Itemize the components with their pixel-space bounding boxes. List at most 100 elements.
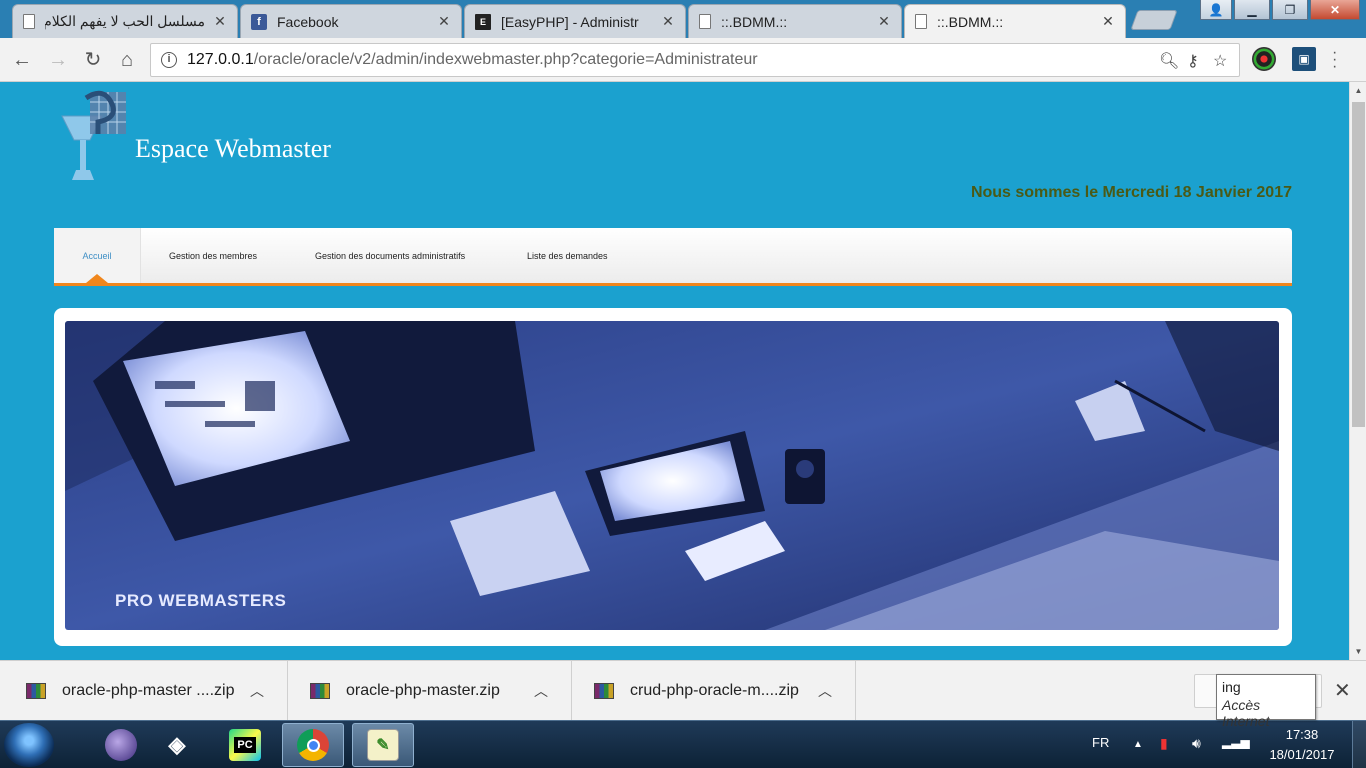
menu-item-label: Accueil (82, 250, 112, 261)
browser-tab-1[interactable]: مسلسل الحب لا يفهم الكلام ال ✕ (12, 4, 238, 38)
pharmacy-logo-icon (61, 90, 126, 180)
winrar-icon (310, 683, 330, 699)
site-info-icon[interactable]: i (161, 52, 177, 68)
tab-title: Facebook (277, 13, 339, 30)
network-signal-icon[interactable]: ▂▃▅ (1222, 735, 1250, 749)
browser-toolbar: ← → ↻ ⌂ i 127.0.0.1/oracle/oracle/v2/adm… (0, 38, 1366, 82)
tab-close-icon[interactable]: ✕ (437, 13, 451, 30)
new-tab-button[interactable] (1130, 10, 1178, 30)
chevron-up-icon[interactable]: ︿ (526, 681, 556, 701)
page-icon (915, 14, 927, 29)
browser-tab-2[interactable]: f Facebook ✕ (240, 4, 462, 38)
download-filename: oracle-php-master ....zip (62, 682, 235, 699)
menu-item-label: Gestion des membres (169, 250, 258, 261)
home-icon[interactable]: ⌂ (114, 47, 140, 73)
tab-close-icon[interactable]: ✕ (1101, 13, 1115, 30)
main-menu: Accueil Gestion des membres Gestion des … (54, 228, 1292, 286)
address-bar[interactable]: i 127.0.0.1/oracle/oracle/v2/admin/index… (150, 43, 1240, 77)
winrar-icon (594, 683, 614, 699)
tab-title: مسلسل الحب لا يفهم الكلام ال (45, 13, 205, 29)
chrome-logo (297, 729, 329, 761)
reload-icon[interactable]: ↻ (80, 47, 106, 73)
chrome-icon[interactable] (282, 723, 344, 767)
scroll-down-icon[interactable]: ▼ (1350, 647, 1366, 656)
tooltip-network-name: ing (1222, 679, 1241, 695)
download-item[interactable]: oracle-php-master ....zip ︿ (0, 661, 288, 721)
menu-item-accueil[interactable]: Accueil (54, 228, 141, 283)
tab-close-icon[interactable]: ✕ (877, 13, 891, 30)
pycharm-logo: PC (229, 729, 261, 761)
download-bar: oracle-php-master ....zip ︿ oracle-php-m… (0, 660, 1366, 721)
current-date: Nous sommes le Mercredi 18 Janvier 2017 (970, 184, 1292, 201)
browser-tab-active[interactable]: ::.BDMM.:: ✕ (904, 4, 1126, 38)
download-item[interactable]: oracle-php-master.zip ︿ (288, 661, 572, 721)
pycharm-label: PC (234, 737, 256, 753)
menu-item-gestion-membres[interactable]: Gestion des membres (169, 228, 257, 283)
address-url[interactable]: 127.0.0.1/oracle/oracle/v2/admin/indexwe… (187, 51, 758, 69)
tab-title: [EasyPHP] - Administr (501, 13, 639, 30)
key-icon[interactable]: ⚷ (1187, 51, 1199, 71)
page-icon (699, 14, 711, 29)
tab-title: ::.BDMM.:: (937, 13, 1004, 30)
language-indicator[interactable]: FR (1092, 735, 1109, 750)
unity-icon[interactable]: ◈ (146, 723, 208, 767)
site-title: Espace Webmaster (135, 134, 331, 163)
page-viewport: Espace Webmaster Nous sommes le Mercredi… (0, 82, 1349, 660)
forward-icon[interactable]: → (45, 47, 71, 73)
tab-strip: مسلسل الحب لا يفهم الكلام ال ✕ f Faceboo… (0, 0, 1366, 38)
menu-item-label: Liste des demandes (527, 250, 608, 261)
back-icon[interactable]: ← (9, 47, 35, 73)
extension-icon[interactable]: ▣ (1292, 47, 1316, 71)
page-icon (23, 14, 35, 29)
eclipse-icon[interactable] (90, 723, 152, 767)
browser-tab-4[interactable]: ::.BDMM.:: ✕ (688, 4, 902, 38)
chevron-up-icon[interactable]: ︿ (810, 681, 840, 701)
download-item[interactable]: crud-php-oracle-m....zip ︿ (572, 661, 856, 721)
window-controls: 👤 ▁ ❐ ✕ (1200, 0, 1360, 20)
start-button[interactable] (4, 723, 54, 767)
url-host: 127.0.0.1 (187, 51, 254, 68)
banner-caption: PRO WEBMASTERS (115, 591, 286, 610)
tooltip-network-status: Accès Internet (1222, 697, 1270, 729)
profile-icon[interactable]: 👤 (1200, 0, 1232, 20)
system-clock[interactable]: 17:38 18/01/2017 (1262, 725, 1342, 765)
windows-taskbar: ◈ PC ✎ FR ▲ ▮ 🔊︎ ▂▃▅ 17:38 18/01/2017 (0, 720, 1366, 768)
notepad-plus-plus-icon[interactable]: ✎ (352, 723, 414, 767)
chrome-center (306, 738, 320, 752)
bookmark-star-icon[interactable]: ☆ (1213, 51, 1227, 71)
close-download-bar-icon[interactable]: ✕ (1334, 678, 1351, 703)
eclipse-logo (105, 729, 137, 761)
pycharm-icon[interactable]: PC (214, 723, 276, 767)
facebook-icon: f (251, 13, 267, 30)
banner-image: PRO WEBMASTERS (65, 321, 1279, 630)
clock-date: 18/01/2017 (1269, 747, 1335, 762)
menu-icon[interactable]: · · · (1332, 45, 1338, 75)
download-filename: oracle-php-master.zip (346, 682, 500, 699)
menu-item-gestion-documents[interactable]: Gestion des documents administratifs (315, 228, 465, 283)
close-window-button[interactable]: ✕ (1310, 0, 1360, 20)
unity-logo: ◈ (168, 732, 186, 757)
easyphp-icon: E (475, 13, 491, 30)
battery-warning-icon[interactable]: ▮ (1160, 735, 1168, 752)
chevron-up-icon[interactable]: ︿ (242, 681, 272, 701)
scrollbar-thumb[interactable] (1352, 102, 1365, 427)
tab-close-icon[interactable]: ✕ (213, 13, 227, 30)
tab-close-icon[interactable]: ✕ (661, 13, 675, 30)
minimize-button[interactable]: ▁ (1234, 0, 1270, 20)
notepad-logo: ✎ (367, 729, 399, 761)
show-hidden-icons-icon[interactable]: ▲ (1133, 739, 1143, 750)
page-scrollbar[interactable]: ▲ ▼ (1349, 82, 1366, 660)
banner-container: PRO WEBMASTERS (54, 308, 1292, 646)
menu-item-liste-demandes[interactable]: Liste des demandes (527, 228, 608, 283)
menu-item-label: Gestion des documents administratifs (315, 250, 466, 261)
scroll-up-icon[interactable]: ▲ (1350, 86, 1366, 95)
zoom-icon[interactable]: 🔍︎ (1159, 51, 1179, 71)
maximize-button[interactable]: ❐ (1272, 0, 1308, 20)
download-filename: crud-php-oracle-m....zip (630, 682, 799, 699)
url-path: /oracle/oracle/v2/admin/indexwebmaster.p… (253, 51, 758, 68)
winrar-icon (26, 683, 46, 699)
extension-icon[interactable] (1252, 47, 1276, 71)
volume-icon[interactable]: 🔊︎ (1192, 735, 1201, 752)
show-desktop-button[interactable] (1352, 721, 1366, 768)
browser-tab-3[interactable]: E [EasyPHP] - Administr ✕ (464, 4, 686, 38)
